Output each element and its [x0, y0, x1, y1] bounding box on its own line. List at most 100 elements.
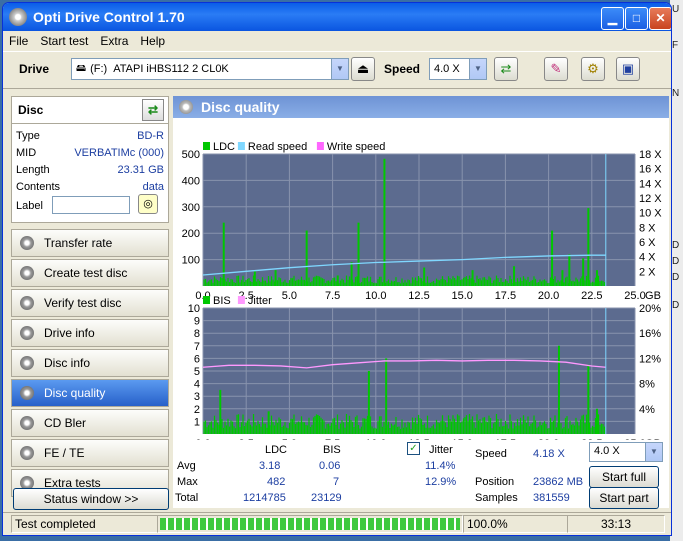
max-bis: 7: [333, 476, 340, 488]
x-tick-label: 5.0: [282, 290, 297, 302]
avg-ldc: 3.18: [259, 460, 281, 472]
nav-fe-te[interactable]: FE / TE: [11, 439, 169, 467]
menu-extra[interactable]: Extra: [100, 34, 128, 48]
x-tick-label: 10.0: [365, 290, 386, 302]
minimize-button[interactable]: ▁: [601, 7, 624, 30]
stats-col-jitter: Jitter: [429, 444, 453, 456]
length-label: Length: [16, 164, 50, 176]
eject-button[interactable]: ⏏: [351, 57, 375, 81]
total-bis: 23129: [311, 492, 342, 504]
menu-help[interactable]: Help: [140, 34, 165, 48]
erase-button[interactable]: ✎: [544, 57, 568, 81]
menu-bar: File Start test Extra Help: [3, 31, 671, 51]
length-value: 23.31 GB: [117, 164, 164, 176]
progress-bar: [157, 515, 463, 533]
y2-tick-label: 4 X: [639, 252, 656, 264]
start-full-button[interactable]: Start full: [589, 466, 659, 488]
y-tick-label: 400: [182, 175, 200, 187]
drive-icon: 🖴: [76, 62, 87, 74]
chevron-down-icon[interactable]: ▼: [469, 59, 486, 79]
y2-tick-label: 4%: [639, 404, 655, 416]
nav-disc-quality[interactable]: Disc quality: [11, 379, 169, 407]
speed-stat-value: 4.18 X: [533, 448, 565, 460]
y2-tick-label: 16%: [639, 328, 661, 340]
status-text: Test completed: [11, 515, 158, 533]
drive-letter: (F:): [90, 63, 108, 75]
y-tick-label: 7: [194, 341, 200, 353]
type-label: Type: [16, 130, 40, 142]
chevron-down-icon[interactable]: ▼: [331, 59, 348, 79]
app-window: Opti Drive Control 1.70 ▁ □ ✕ File Start…: [2, 2, 672, 536]
nav-cd-bler[interactable]: CD Bler: [11, 409, 169, 437]
refresh-speed-button[interactable]: ⇄: [494, 57, 518, 81]
y-tick-label: 4: [194, 379, 200, 391]
total-label: Total: [175, 492, 199, 504]
charts-svg: 100 200 300 400 500 2 X 4 X 6 X 8 X 10 X 12 X 14 X 1…: [182, 141, 663, 440]
contents-value: data: [142, 181, 164, 193]
mid-value: VERBATIMc (000): [74, 147, 164, 159]
menu-file[interactable]: File: [9, 34, 28, 48]
legend-label: Jitter: [248, 295, 272, 307]
desktop-text: U: [672, 4, 680, 15]
disc-quality-icon: [179, 100, 193, 114]
y-tick-label: 200: [182, 228, 200, 240]
legend-swatch: [203, 142, 210, 150]
nav-verify-test-disc[interactable]: Verify test disc: [11, 289, 169, 317]
speed-select[interactable]: 4.0 X ▼: [429, 58, 487, 80]
settings-gears-button[interactable]: ⚙: [581, 57, 605, 81]
desktop-text: F: [672, 40, 679, 51]
speed-stat-select[interactable]: 4.0 X ▼: [589, 442, 663, 462]
chevron-down-icon[interactable]: ▼: [645, 443, 662, 461]
refresh-disc-icon[interactable]: ⇄: [142, 99, 164, 121]
disc-icon: [20, 446, 34, 460]
status-window-button[interactable]: Status window >>: [13, 488, 169, 510]
disc-icon: [20, 356, 34, 370]
save-button[interactable]: ▣: [616, 57, 640, 81]
panel-body: 100 200 300 400 500 2 X 4 X 6 X 8 X 10 X 12 X 14 X 1…: [173, 118, 669, 509]
status-bar: Test completed 100.0% 33:13: [3, 512, 671, 534]
legend-label: LDC: [213, 141, 235, 153]
nav-create-test-disc[interactable]: Create test disc: [11, 259, 169, 287]
nav-label: CD Bler: [44, 416, 87, 430]
close-button[interactable]: ✕: [649, 7, 671, 30]
nav-label: Disc quality: [44, 386, 106, 400]
nav-transfer-rate[interactable]: Transfer rate: [11, 229, 169, 257]
toolbar: Drive 🖴 (F:) ATAPI iHBS112 2 CL0K ▼ ⏏ Sp…: [3, 51, 671, 89]
y-tick-label: 500: [182, 149, 200, 161]
label-input[interactable]: [52, 196, 130, 214]
nav-disc-info[interactable]: Disc info: [11, 349, 169, 377]
x-tick-label: 25.0: [624, 290, 645, 302]
disc-icon: [20, 266, 34, 280]
nav-label: Disc info: [44, 356, 91, 370]
y-tick-label: 2: [194, 404, 200, 416]
y-tick-label: 10: [188, 303, 200, 315]
nav-drive-info[interactable]: Drive info: [11, 319, 169, 347]
app-disc-icon: [9, 8, 27, 26]
disc-icon: [20, 326, 34, 340]
legend-swatch: [316, 142, 324, 150]
y2-tick-label: 6 X: [639, 237, 656, 249]
y2-tick-label: 16 X: [639, 164, 662, 176]
max-label: Max: [177, 476, 198, 488]
nav-label: FE / TE: [44, 446, 85, 460]
disc-header-title: Disc: [18, 103, 44, 117]
speed-stat-label: Speed: [475, 448, 507, 460]
title-bar[interactable]: Opti Drive Control 1.70 ▁ □ ✕: [3, 3, 671, 31]
left-panel: Disc ⇄ Type BD-R MID VERBATIMc (000) Lengt…: [11, 96, 169, 508]
y-tick-label: 100: [182, 255, 200, 267]
y-tick-label: 1: [194, 416, 200, 428]
drive-select[interactable]: 🖴 (F:) ATAPI iHBS112 2 CL0K ▼: [71, 58, 349, 80]
nav-list: Transfer rate Create test disc Verify te…: [11, 229, 169, 497]
start-part-button[interactable]: Start part: [589, 487, 659, 509]
disc-label-icon[interactable]: ◎: [138, 194, 158, 214]
menu-start-test[interactable]: Start test: [40, 34, 88, 48]
jitter-checkbox[interactable]: ✓: [407, 442, 420, 455]
legend-swatch: [237, 142, 245, 150]
drive-name: ATAPI iHBS112 2 CL0K: [113, 63, 229, 75]
desktop-text: D: [672, 272, 680, 283]
contents-label: Contents: [16, 181, 61, 193]
y2-tick-label: 8 X: [639, 222, 656, 234]
avg-label: Avg: [177, 460, 196, 472]
disc-icon: [20, 416, 34, 430]
maximize-button[interactable]: □: [625, 7, 648, 30]
